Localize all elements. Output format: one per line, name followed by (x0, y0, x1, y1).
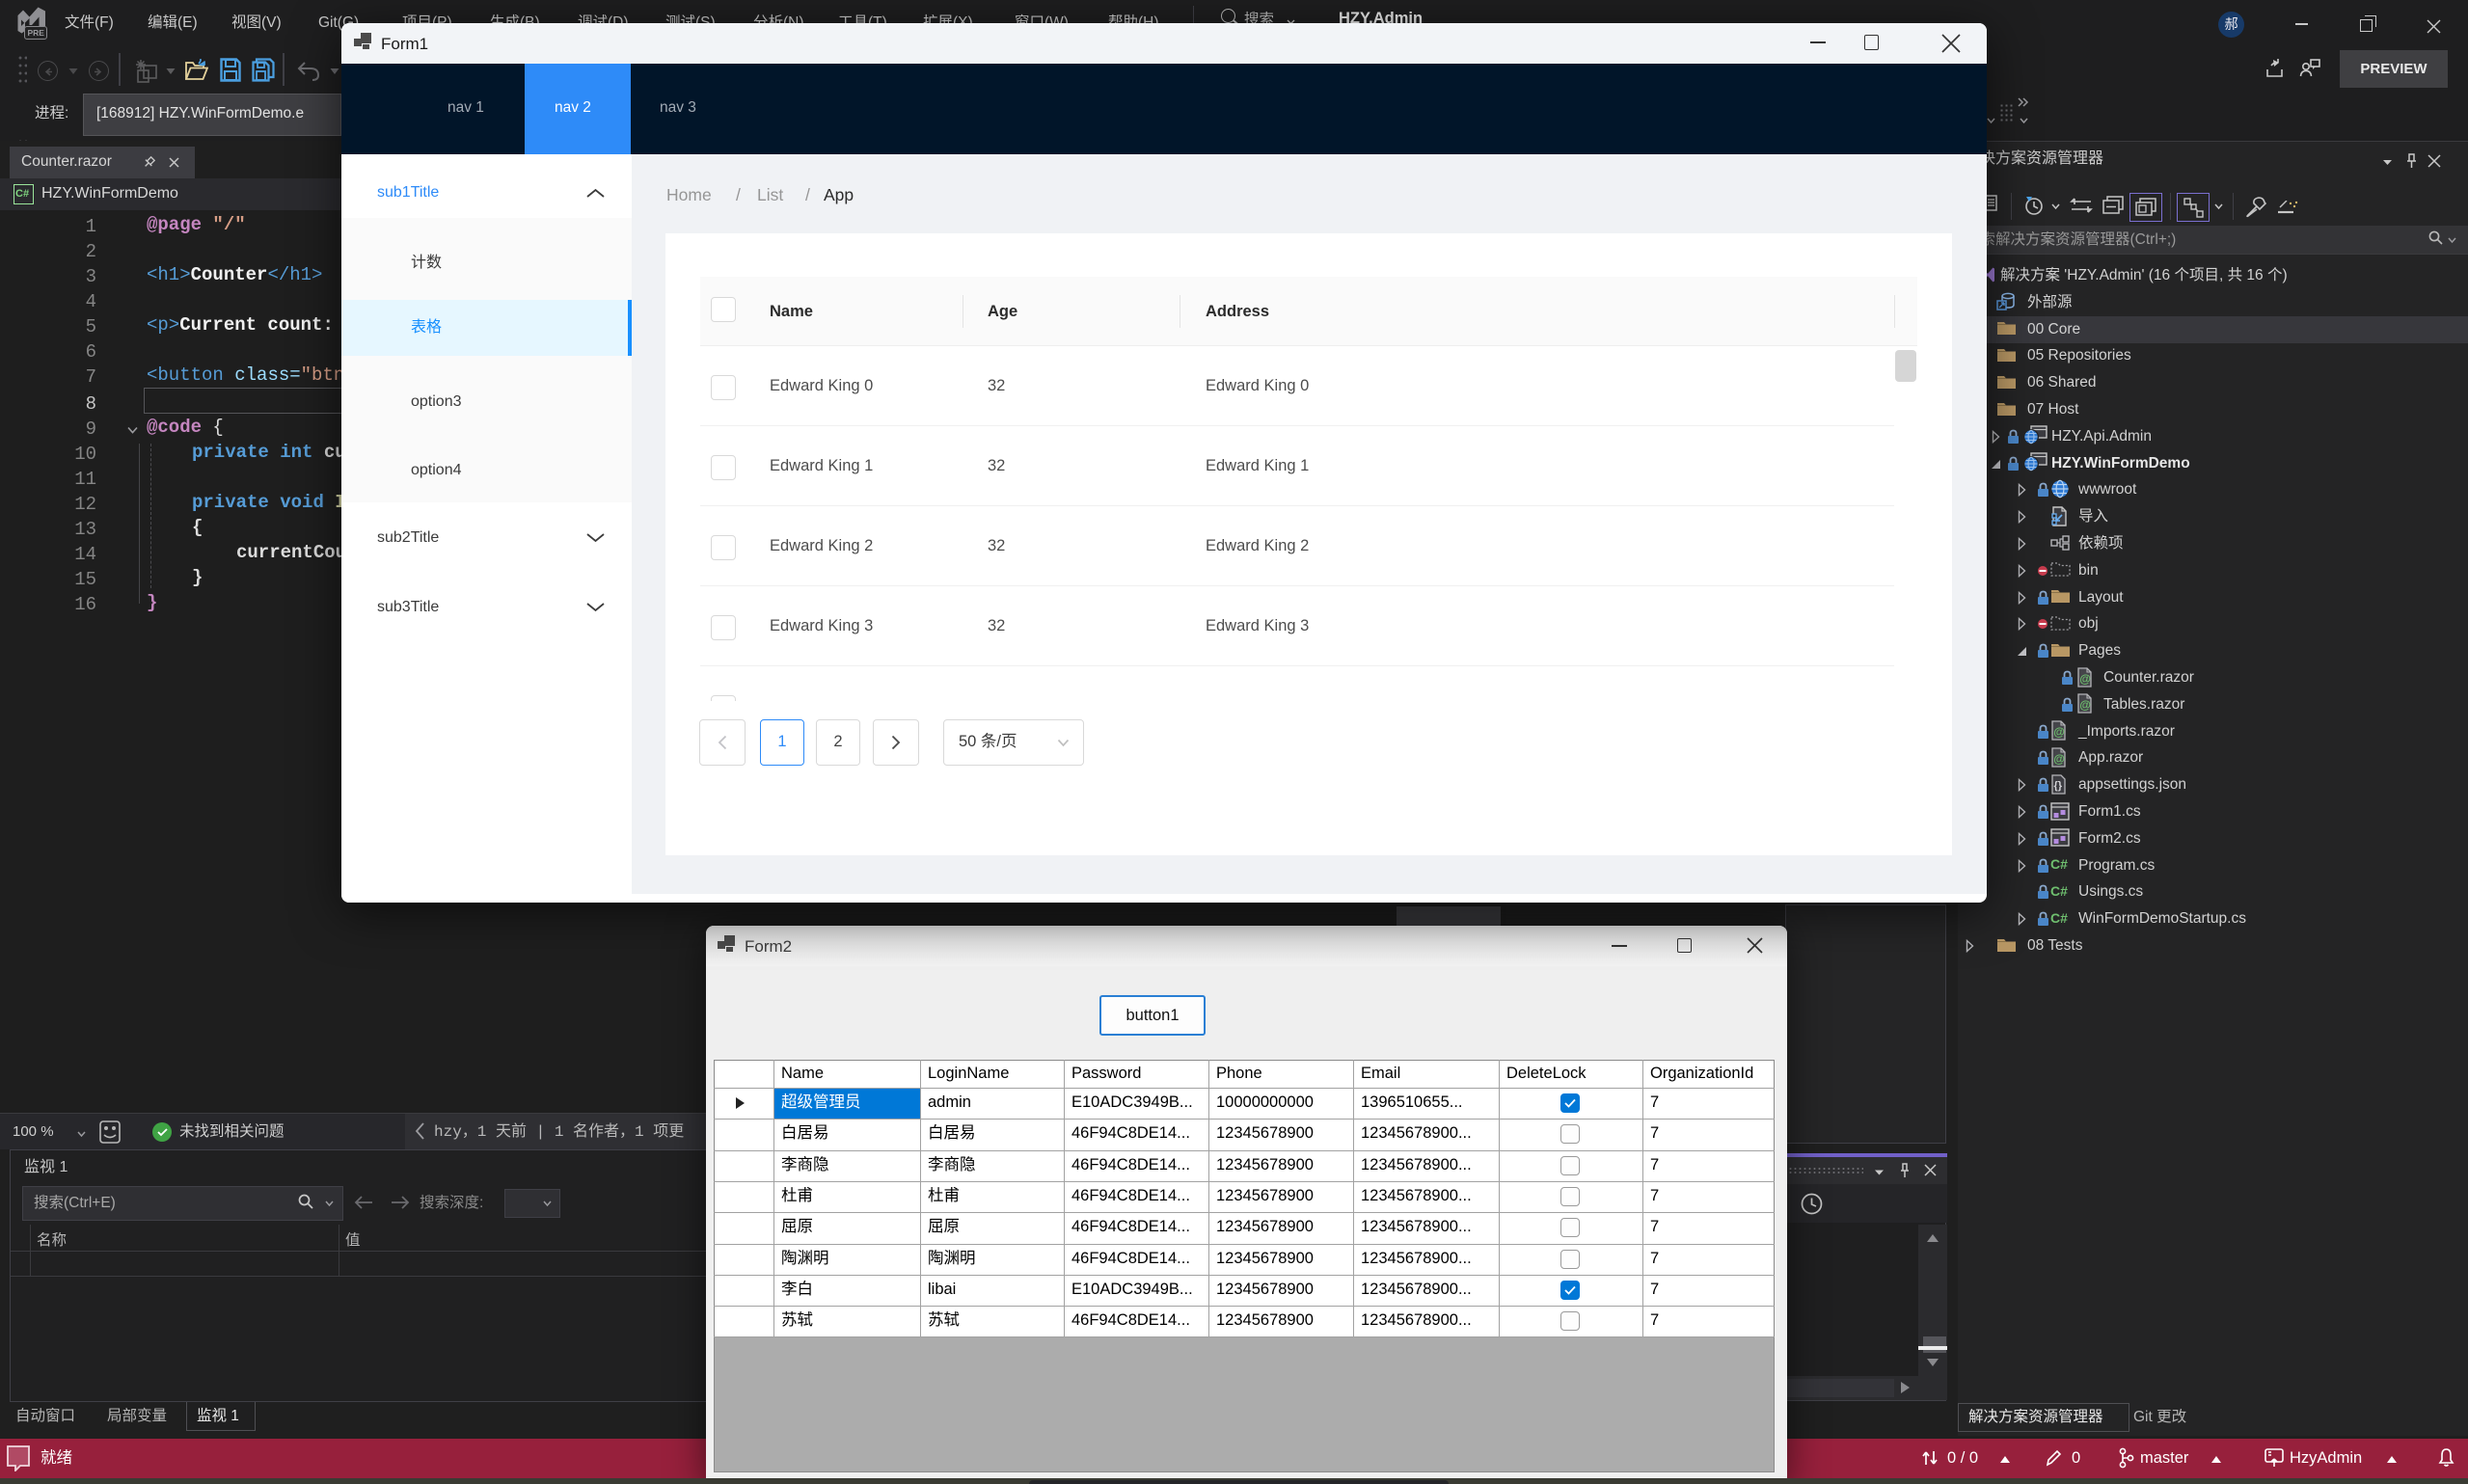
svg-text:@: @ (2053, 725, 2065, 739)
svg-text:@: @ (2079, 698, 2091, 712)
svg-text:{}: {} (2054, 780, 2063, 792)
svg-text:@: @ (2053, 752, 2065, 766)
svg-text:@: @ (2079, 672, 2091, 686)
